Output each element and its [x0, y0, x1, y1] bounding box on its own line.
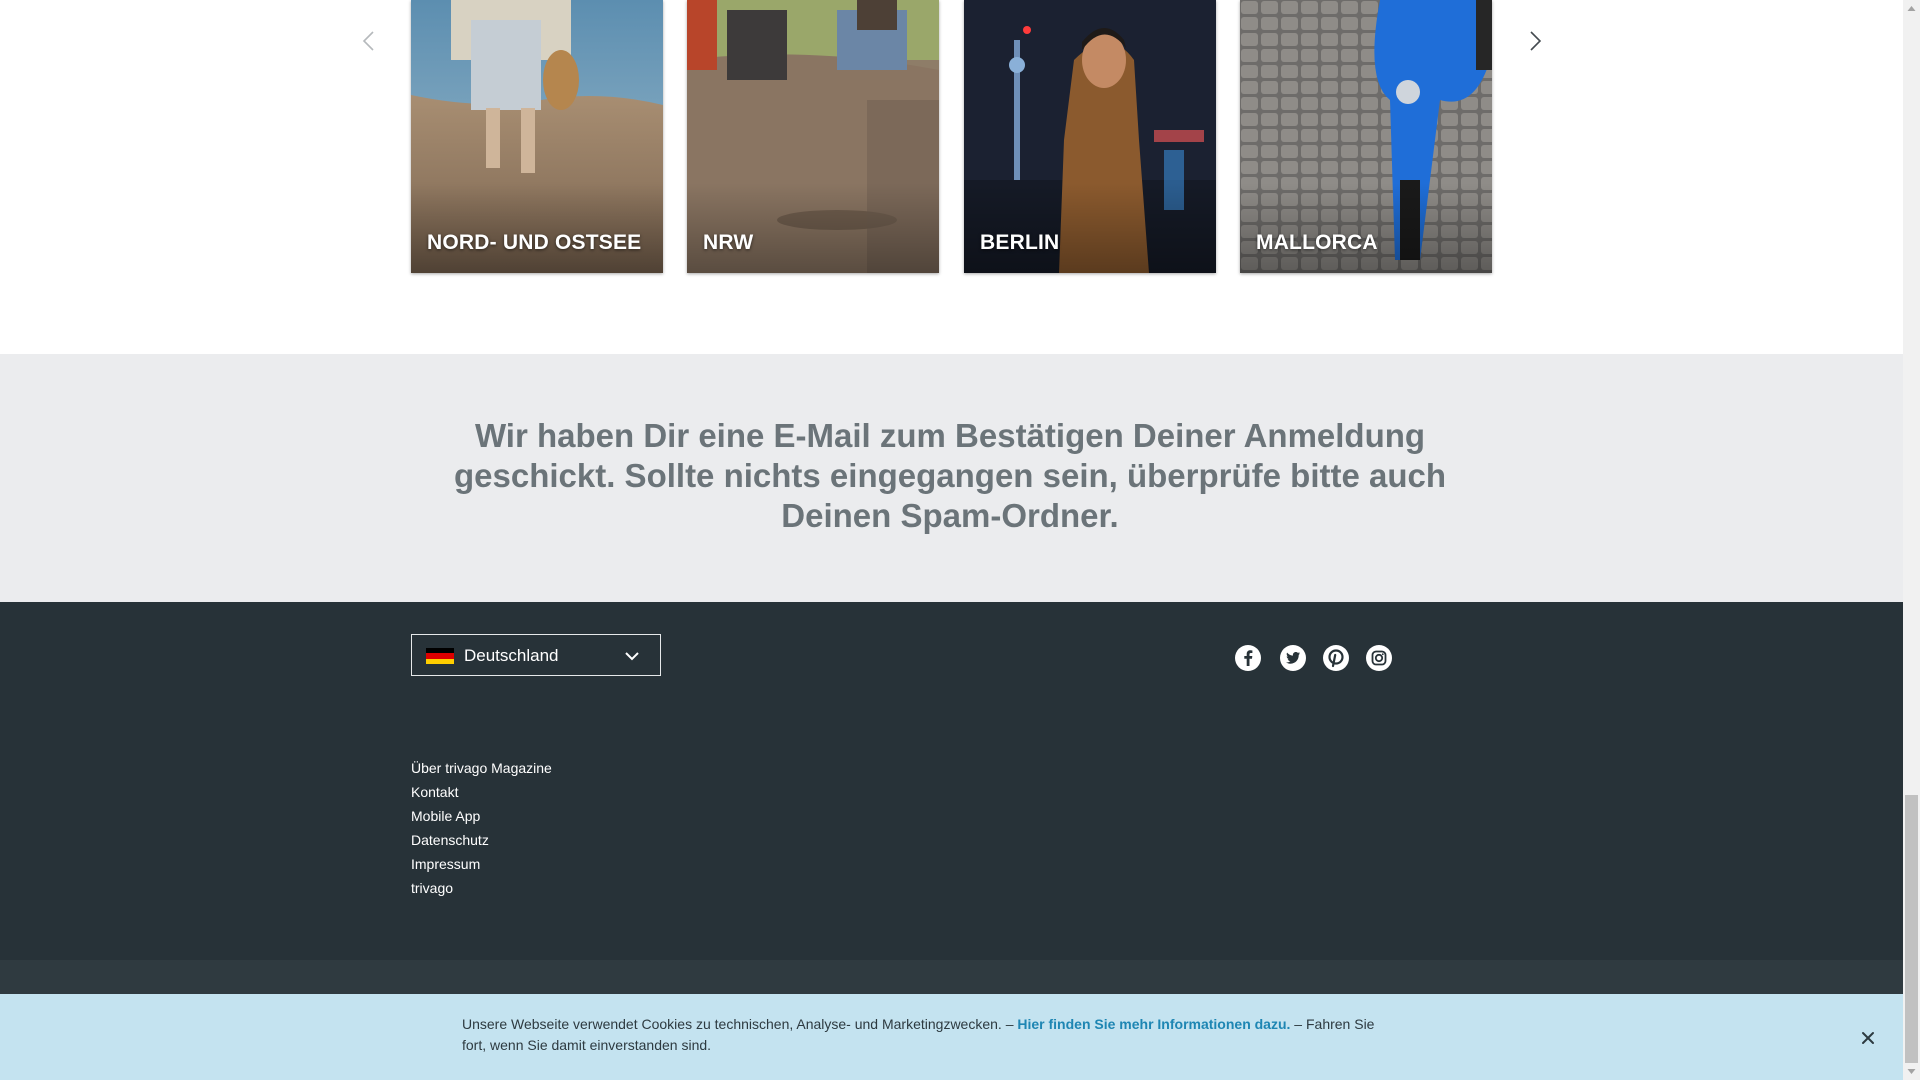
facebook-link[interactable] — [1234, 644, 1262, 672]
footer-link-datenschutz[interactable]: Datenschutz — [411, 828, 552, 852]
germany-flag-icon — [426, 648, 454, 664]
twitter-icon — [1280, 645, 1306, 671]
page: NORD- UND OSTSEE NRW BERLIN MALLORCA Wir… — [0, 0, 1903, 1080]
cookie-close-button[interactable] — [1858, 1028, 1878, 1048]
card-label: BERLIN — [980, 231, 1060, 254]
card-label: NRW — [703, 231, 754, 254]
footer-link-ueber[interactable]: Über trivago Magazine — [411, 756, 552, 780]
twitter-link[interactable] — [1279, 644, 1307, 672]
chevron-down-icon — [625, 652, 639, 661]
footer-link-trivago[interactable]: trivago — [411, 876, 552, 900]
destination-card-mallorca[interactable]: MALLORCA — [1240, 0, 1492, 273]
destination-card-berlin[interactable]: BERLIN — [964, 0, 1216, 273]
pinterest-link[interactable] — [1322, 644, 1350, 672]
cookie-banner-text: Unsere Webseite verwendet Cookies zu tec… — [462, 1014, 1382, 1056]
chevron-left-icon — [362, 31, 374, 51]
carousel-prev-button[interactable] — [354, 26, 384, 56]
destination-card-nrw[interactable]: NRW — [687, 0, 939, 273]
country-selector-value: Deutschland — [464, 646, 559, 665]
footer-link-impressum[interactable]: Impressum — [411, 852, 552, 876]
carousel-next-button[interactable] — [1520, 26, 1550, 56]
card-shade — [411, 183, 663, 273]
card-label: NORD- UND OSTSEE — [427, 231, 642, 254]
facebook-icon — [1235, 645, 1261, 671]
footer-link-mobile-app[interactable]: Mobile App — [411, 804, 552, 828]
destination-card-nord-ostsee[interactable]: NORD- UND OSTSEE — [411, 0, 663, 273]
cookie-info-link[interactable]: Hier finden Sie mehr Informationen dazu. — [1017, 1016, 1290, 1032]
destination-carousel: NORD- UND OSTSEE NRW BERLIN MALLORCA — [0, 0, 1903, 354]
footer: Deutschland Über trivago Magazine Kontak… — [0, 602, 1903, 960]
cookie-text-before: Unsere Webseite verwendet Cookies zu tec… — [462, 1016, 1018, 1032]
instagram-link[interactable] — [1365, 644, 1393, 672]
confirmation-message: Wir haben Dir eine E-Mail zum Bestätigen… — [453, 417, 1447, 534]
instagram-icon — [1366, 645, 1392, 671]
cookie-banner: Unsere Webseite verwendet Cookies zu tec… — [0, 994, 1903, 1080]
card-shade — [964, 183, 1216, 273]
scrollbar-thumb[interactable] — [1905, 795, 1918, 1063]
signup-confirmation-section: Wir haben Dir eine E-Mail zum Bestätigen… — [0, 354, 1903, 602]
country-selector[interactable]: Deutschland — [411, 634, 661, 676]
chevron-right-icon — [1530, 31, 1542, 51]
close-icon — [1862, 1032, 1874, 1044]
scroll-up-arrow-icon[interactable] — [1903, 0, 1920, 17]
card-shade — [687, 183, 939, 273]
footer-link-kontakt[interactable]: Kontakt — [411, 780, 552, 804]
vertical-scrollbar[interactable] — [1903, 0, 1920, 1080]
scroll-down-arrow-icon[interactable] — [1903, 1063, 1920, 1080]
card-label: MALLORCA — [1256, 231, 1378, 254]
footer-bottom-strip — [0, 960, 1903, 994]
pinterest-icon — [1323, 645, 1349, 671]
card-shade — [1240, 183, 1492, 273]
footer-links: Über trivago Magazine Kontakt Mobile App… — [411, 756, 552, 900]
